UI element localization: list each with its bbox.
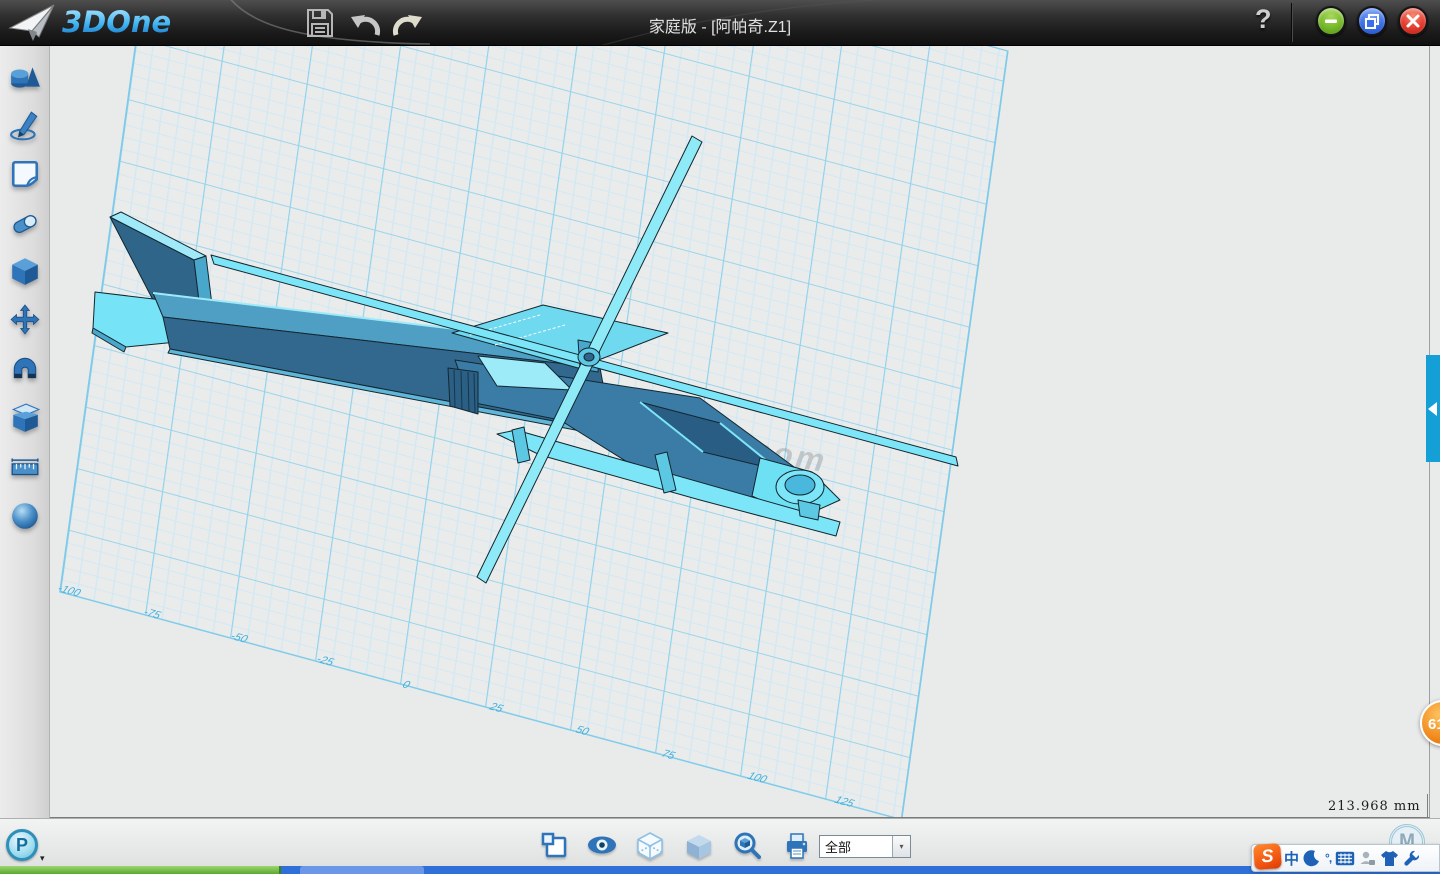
- material-sphere-icon[interactable]: [9, 500, 41, 532]
- display-filter-dropdown[interactable]: 全部 ▾: [819, 835, 911, 858]
- minimize-icon[interactable]: [1316, 6, 1346, 36]
- display-filter-value: 全部: [820, 837, 892, 856]
- taskbar-active-segment[interactable]: [300, 866, 424, 874]
- moon-icon[interactable]: [1302, 846, 1322, 870]
- restore-icon[interactable]: [1357, 6, 1387, 36]
- chinese-mode-icon[interactable]: 中: [1283, 846, 1300, 870]
- measure-ruler-icon[interactable]: [9, 450, 41, 482]
- panel-collapse-tab[interactable]: [1426, 355, 1440, 462]
- view-corner-icon[interactable]: [540, 831, 570, 861]
- title-bar: 3DOne 家庭版 - [阿帕奇.Z1] ?: [0, 0, 1440, 46]
- keyboard-icon[interactable]: [1334, 846, 1356, 870]
- p-badge-caret-icon[interactable]: ▾: [40, 853, 45, 864]
- chevron-left-icon: [1428, 402, 1437, 416]
- user-dict-icon[interactable]: [1358, 846, 1377, 870]
- document-title: 家庭版 - [阿帕奇.Z1]: [0, 13, 1440, 37]
- help-icon[interactable]: ?: [1255, 4, 1272, 35]
- sweep-shape-icon[interactable]: [9, 207, 41, 239]
- zoom-lens-icon[interactable]: [732, 831, 762, 861]
- open-box-icon[interactable]: [9, 402, 41, 434]
- shaded-cube-icon[interactable]: [684, 833, 714, 863]
- wrench-icon[interactable]: [1402, 846, 1422, 870]
- punctuation-icon[interactable]: °,: [1324, 846, 1332, 870]
- left-toolbar: [0, 45, 50, 818]
- skin-tshirt-icon[interactable]: [1379, 846, 1400, 870]
- basic-solids-icon[interactable]: [9, 61, 41, 93]
- move-arrows-icon[interactable]: [9, 304, 41, 336]
- ime-toolbar: S 中 °,: [1251, 844, 1440, 872]
- scale-tick: [1427, 794, 1428, 817]
- viewport-3d[interactable]: i3DOne.com: [50, 45, 1430, 818]
- titlebar-separator: [1291, 3, 1293, 42]
- sogou-logo-icon[interactable]: S: [1253, 843, 1282, 870]
- bottom-toolbar: P ▾: [0, 818, 1440, 866]
- chevron-down-icon: ▾: [892, 836, 910, 857]
- grid-plane: [60, 45, 1008, 818]
- scene-svg: i3DOne.com: [50, 45, 1430, 818]
- sketch-plane-icon[interactable]: [9, 158, 41, 190]
- taskbar-green-segment[interactable]: [0, 866, 281, 874]
- wireframe-cube-icon[interactable]: [635, 831, 665, 861]
- eye-icon[interactable]: [586, 835, 616, 865]
- magnet-snap-icon[interactable]: [9, 353, 41, 385]
- taskbar-sliver: [0, 866, 1440, 874]
- sketch-draw-icon[interactable]: [9, 110, 41, 142]
- printer-icon[interactable]: [782, 831, 812, 861]
- scale-readout: 213.968 mm: [1328, 799, 1421, 814]
- close-icon[interactable]: [1398, 6, 1428, 36]
- profile-p-badge[interactable]: P: [6, 829, 38, 861]
- feature-cube-icon[interactable]: [9, 255, 41, 287]
